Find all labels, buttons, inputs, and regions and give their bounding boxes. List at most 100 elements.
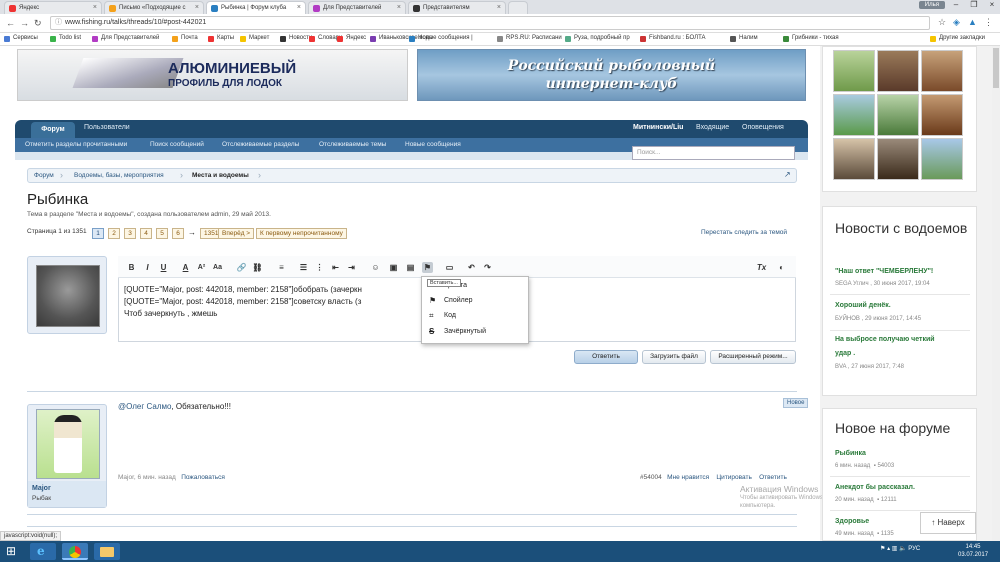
- image-icon[interactable]: ▣: [388, 262, 399, 273]
- news-item-title[interactable]: Хороший денёк.: [835, 302, 891, 309]
- align-icon[interactable]: ≡: [276, 262, 287, 273]
- close-icon[interactable]: ×: [93, 4, 97, 11]
- search-posts-link[interactable]: Поиск сообщений: [150, 141, 204, 148]
- first-unread-button[interactable]: К первому непрочитанному: [256, 228, 347, 239]
- unwatch-link[interactable]: Перестать следить за темой: [701, 229, 787, 236]
- photo-thumbnail[interactable]: [833, 50, 875, 92]
- maximize-icon[interactable]: ❐: [965, 0, 983, 12]
- url-input[interactable]: ⓘ www.fishing.ru/talks/threads/10/#post-4…: [50, 16, 930, 30]
- extension-icon[interactable]: ▲: [968, 17, 977, 27]
- bookmark-item[interactable]: Налим: [730, 35, 758, 42]
- post-author-card[interactable]: Major Рыбак: [27, 404, 107, 508]
- page-2[interactable]: 2: [108, 228, 120, 239]
- author-name[interactable]: Major: [32, 485, 51, 492]
- close-icon[interactable]: ×: [397, 4, 401, 11]
- report-link[interactable]: Пожаловаться: [181, 474, 225, 481]
- bookmark-item[interactable]: RPS.RU: Расписани: [497, 35, 562, 42]
- forum-item-title[interactable]: Здоровье: [835, 518, 869, 525]
- profile-chip[interactable]: Илья: [918, 1, 945, 9]
- photo-thumbnail[interactable]: [921, 50, 963, 92]
- forum-item-title[interactable]: Анекдот бы рассказал.: [835, 484, 915, 491]
- toggle-bbcode-icon[interactable]: ◐: [776, 262, 787, 273]
- bookmark-item[interactable]: Todo list: [50, 35, 81, 42]
- italic-icon[interactable]: I: [142, 262, 153, 273]
- forum-item-meta[interactable]: 20 мин. назад ▪ 12111: [835, 497, 897, 503]
- file-explorer-icon[interactable]: [94, 543, 120, 560]
- reply-button[interactable]: Ответить: [574, 350, 638, 364]
- bookmark-item[interactable]: Почта: [172, 35, 198, 42]
- next-page-button[interactable]: Вперёд >: [218, 228, 255, 239]
- scrollbar-thumb[interactable]: [993, 48, 999, 88]
- font-color-icon[interactable]: A: [180, 262, 191, 273]
- search-input[interactable]: Поиск...: [632, 146, 795, 160]
- page-scrollbar[interactable]: [992, 46, 1000, 541]
- remove-format-icon[interactable]: Tx: [756, 262, 767, 273]
- alerts-link[interactable]: Оповещения: [742, 124, 784, 131]
- menu-icon[interactable]: ⋮: [984, 17, 993, 28]
- my-avatar[interactable]: [27, 256, 107, 334]
- tab-forum[interactable]: Форум: [31, 122, 75, 139]
- bookmark-item[interactable]: Другие закладки: [930, 35, 985, 42]
- bookmark-item[interactable]: Руза, подробный пр: [565, 35, 630, 42]
- indent-icon[interactable]: ⇥: [346, 262, 357, 273]
- smiley-icon[interactable]: ☺: [370, 262, 381, 273]
- bookmark-item[interactable]: Карты: [208, 35, 234, 42]
- tab-yandex[interactable]: Яндекс ×: [4, 1, 102, 14]
- meta-author[interactable]: Major: [118, 474, 134, 481]
- new-tab-button[interactable]: [508, 1, 528, 14]
- forward-icon[interactable]: →: [20, 18, 29, 28]
- unlink-icon[interactable]: ⛓: [252, 262, 263, 273]
- bullet-list-icon[interactable]: ☰: [298, 262, 309, 273]
- tray-network-icon[interactable]: ▥: [892, 546, 898, 552]
- menu-item-spoiler[interactable]: ⚑ Спойлер: [421, 294, 529, 308]
- mark-read-link[interactable]: Отметить разделы прочитанными: [25, 141, 127, 148]
- close-window-icon[interactable]: ×: [983, 0, 1000, 12]
- windows-start-icon[interactable]: ⊞: [4, 544, 18, 558]
- tab-representatives[interactable]: Для Представителей ×: [308, 1, 406, 14]
- quote-link[interactable]: Цитировать: [716, 474, 752, 481]
- system-clock[interactable]: 14:45 03.07.2017: [958, 543, 988, 559]
- bookmark-item[interactable]: Для Представителей: [92, 35, 159, 42]
- photo-thumbnail[interactable]: [921, 138, 963, 180]
- tray-up-icon[interactable]: ▴: [887, 546, 890, 552]
- bookmark-item[interactable]: Яндекс: [337, 35, 366, 42]
- font-family-icon[interactable]: Aa: [212, 262, 223, 273]
- forum-item-meta[interactable]: 6 мин. назад ▪ 54003: [835, 463, 894, 469]
- bookmark-item[interactable]: Сервисы: [4, 35, 38, 42]
- tab-forum[interactable]: Рыбинка | Форум клуба ×: [206, 1, 306, 14]
- numbered-list-icon[interactable]: ⋮: [314, 262, 325, 273]
- forum-item-title[interactable]: Рыбинка: [835, 450, 866, 457]
- tab-users[interactable]: Пользователи: [84, 124, 130, 131]
- tray-language[interactable]: РУС: [908, 546, 920, 552]
- page-1[interactable]: 1: [92, 228, 104, 239]
- breadcrumb-waters[interactable]: Водоемы, базы, мероприятия: [74, 172, 164, 179]
- link-icon[interactable]: 🔗: [236, 262, 247, 273]
- bookmark-item[interactable]: Новые сообщения |: [409, 35, 473, 42]
- close-icon[interactable]: ×: [497, 4, 501, 11]
- photo-thumbnail[interactable]: [877, 138, 919, 180]
- insert-icon[interactable]: ⚑: [422, 262, 433, 273]
- menu-item-code[interactable]: ⌗ Код: [421, 309, 529, 323]
- watched-forums-link[interactable]: Отслеживаемые разделы: [222, 141, 299, 148]
- back-icon[interactable]: ←: [6, 18, 15, 28]
- extension-icon[interactable]: ◈: [953, 17, 960, 28]
- internet-explorer-icon[interactable]: e: [30, 543, 56, 560]
- bold-icon[interactable]: B: [126, 262, 137, 273]
- bookmark-item[interactable]: Грибники - тихая: [783, 35, 839, 42]
- new-posts-link[interactable]: Новые сообщения: [405, 141, 461, 148]
- save-draft-icon[interactable]: ▭: [444, 262, 455, 273]
- forum-item-meta[interactable]: 49 мин. назад ▪ 1135: [835, 531, 894, 537]
- menu-item-strikethrough[interactable]: S Зачёркнутый: [421, 325, 529, 339]
- page-6[interactable]: 6: [172, 228, 184, 239]
- news-item-title[interactable]: "Наш ответ "ЧЕМБЕРЛЕНУ"!: [835, 268, 933, 275]
- ad-banner-aluminium[interactable]: АЛЮМИНИЕВЫЙ ПРОФИЛЬ ДЛЯ ЛОДОК: [17, 49, 408, 101]
- jump-icon[interactable]: ↗: [784, 170, 791, 179]
- photo-thumbnail[interactable]: [877, 50, 919, 92]
- tray-volume-icon[interactable]: 🔈: [899, 546, 906, 552]
- news-item-meta[interactable]: БУЙНОВ , 29 июня 2017, 14:45: [835, 316, 921, 322]
- advanced-mode-button[interactable]: Расширенный режим...: [710, 350, 796, 364]
- user-menu[interactable]: Митнински/Liu: [633, 124, 683, 131]
- site-logo-banner[interactable]: Российский рыболовный интернет-клуб: [417, 49, 806, 101]
- upload-file-button[interactable]: Загрузить файл: [642, 350, 706, 364]
- photo-thumbnail[interactable]: [833, 138, 875, 180]
